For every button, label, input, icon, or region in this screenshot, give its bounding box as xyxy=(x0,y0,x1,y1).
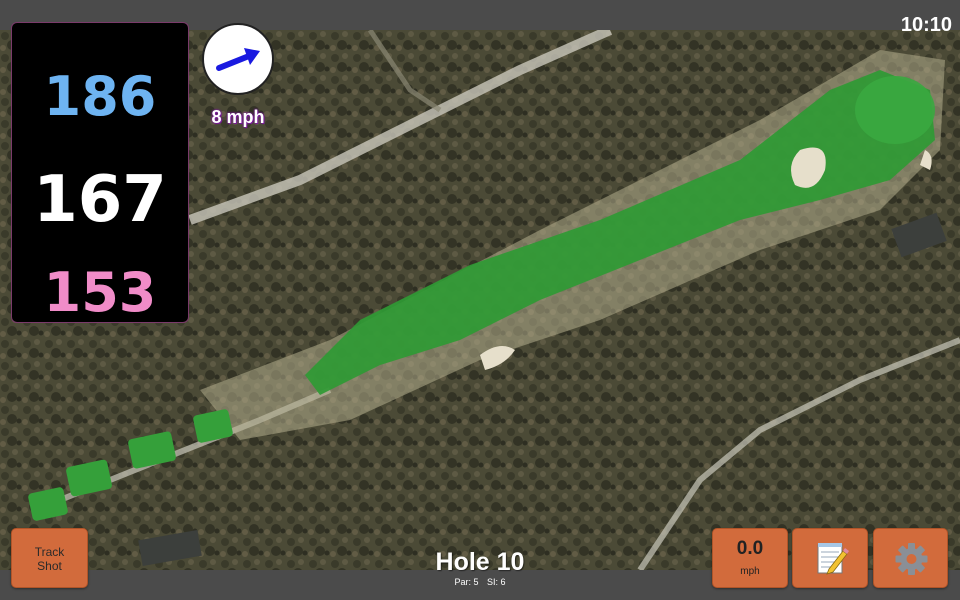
back-distance: 186 xyxy=(43,65,157,128)
front-distance: 153 xyxy=(43,261,157,324)
speed-value: 0.0 xyxy=(736,538,764,559)
wind-indicator[interactable] xyxy=(202,23,274,95)
hole-par: Par: 5 xyxy=(454,577,479,587)
status-time: 10:10 xyxy=(900,14,952,36)
hole-info: Par: 5 SI: 6 xyxy=(380,577,580,587)
hole-si: SI: 6 xyxy=(487,577,506,587)
arrow-icon xyxy=(216,48,260,71)
notes-button[interactable] xyxy=(792,528,868,588)
notepad-icon xyxy=(817,543,849,575)
track-shot-label-line2: Shot xyxy=(37,559,62,573)
track-shot-button[interactable]: Track Shot xyxy=(11,528,88,588)
speed-unit: mph xyxy=(740,566,760,577)
gear-icon xyxy=(895,543,928,575)
center-distance: 167 xyxy=(33,163,167,237)
track-shot-label: Track Shot xyxy=(12,545,87,573)
settings-button[interactable] xyxy=(873,528,948,588)
distance-panel: 186 167 153 xyxy=(11,22,189,324)
speed-button[interactable]: 0.0 mph xyxy=(712,528,788,588)
wind-speed: 8 mph xyxy=(211,107,265,127)
hole-title: Hole 10 xyxy=(435,548,525,576)
track-shot-label-line1: Track xyxy=(34,545,65,559)
